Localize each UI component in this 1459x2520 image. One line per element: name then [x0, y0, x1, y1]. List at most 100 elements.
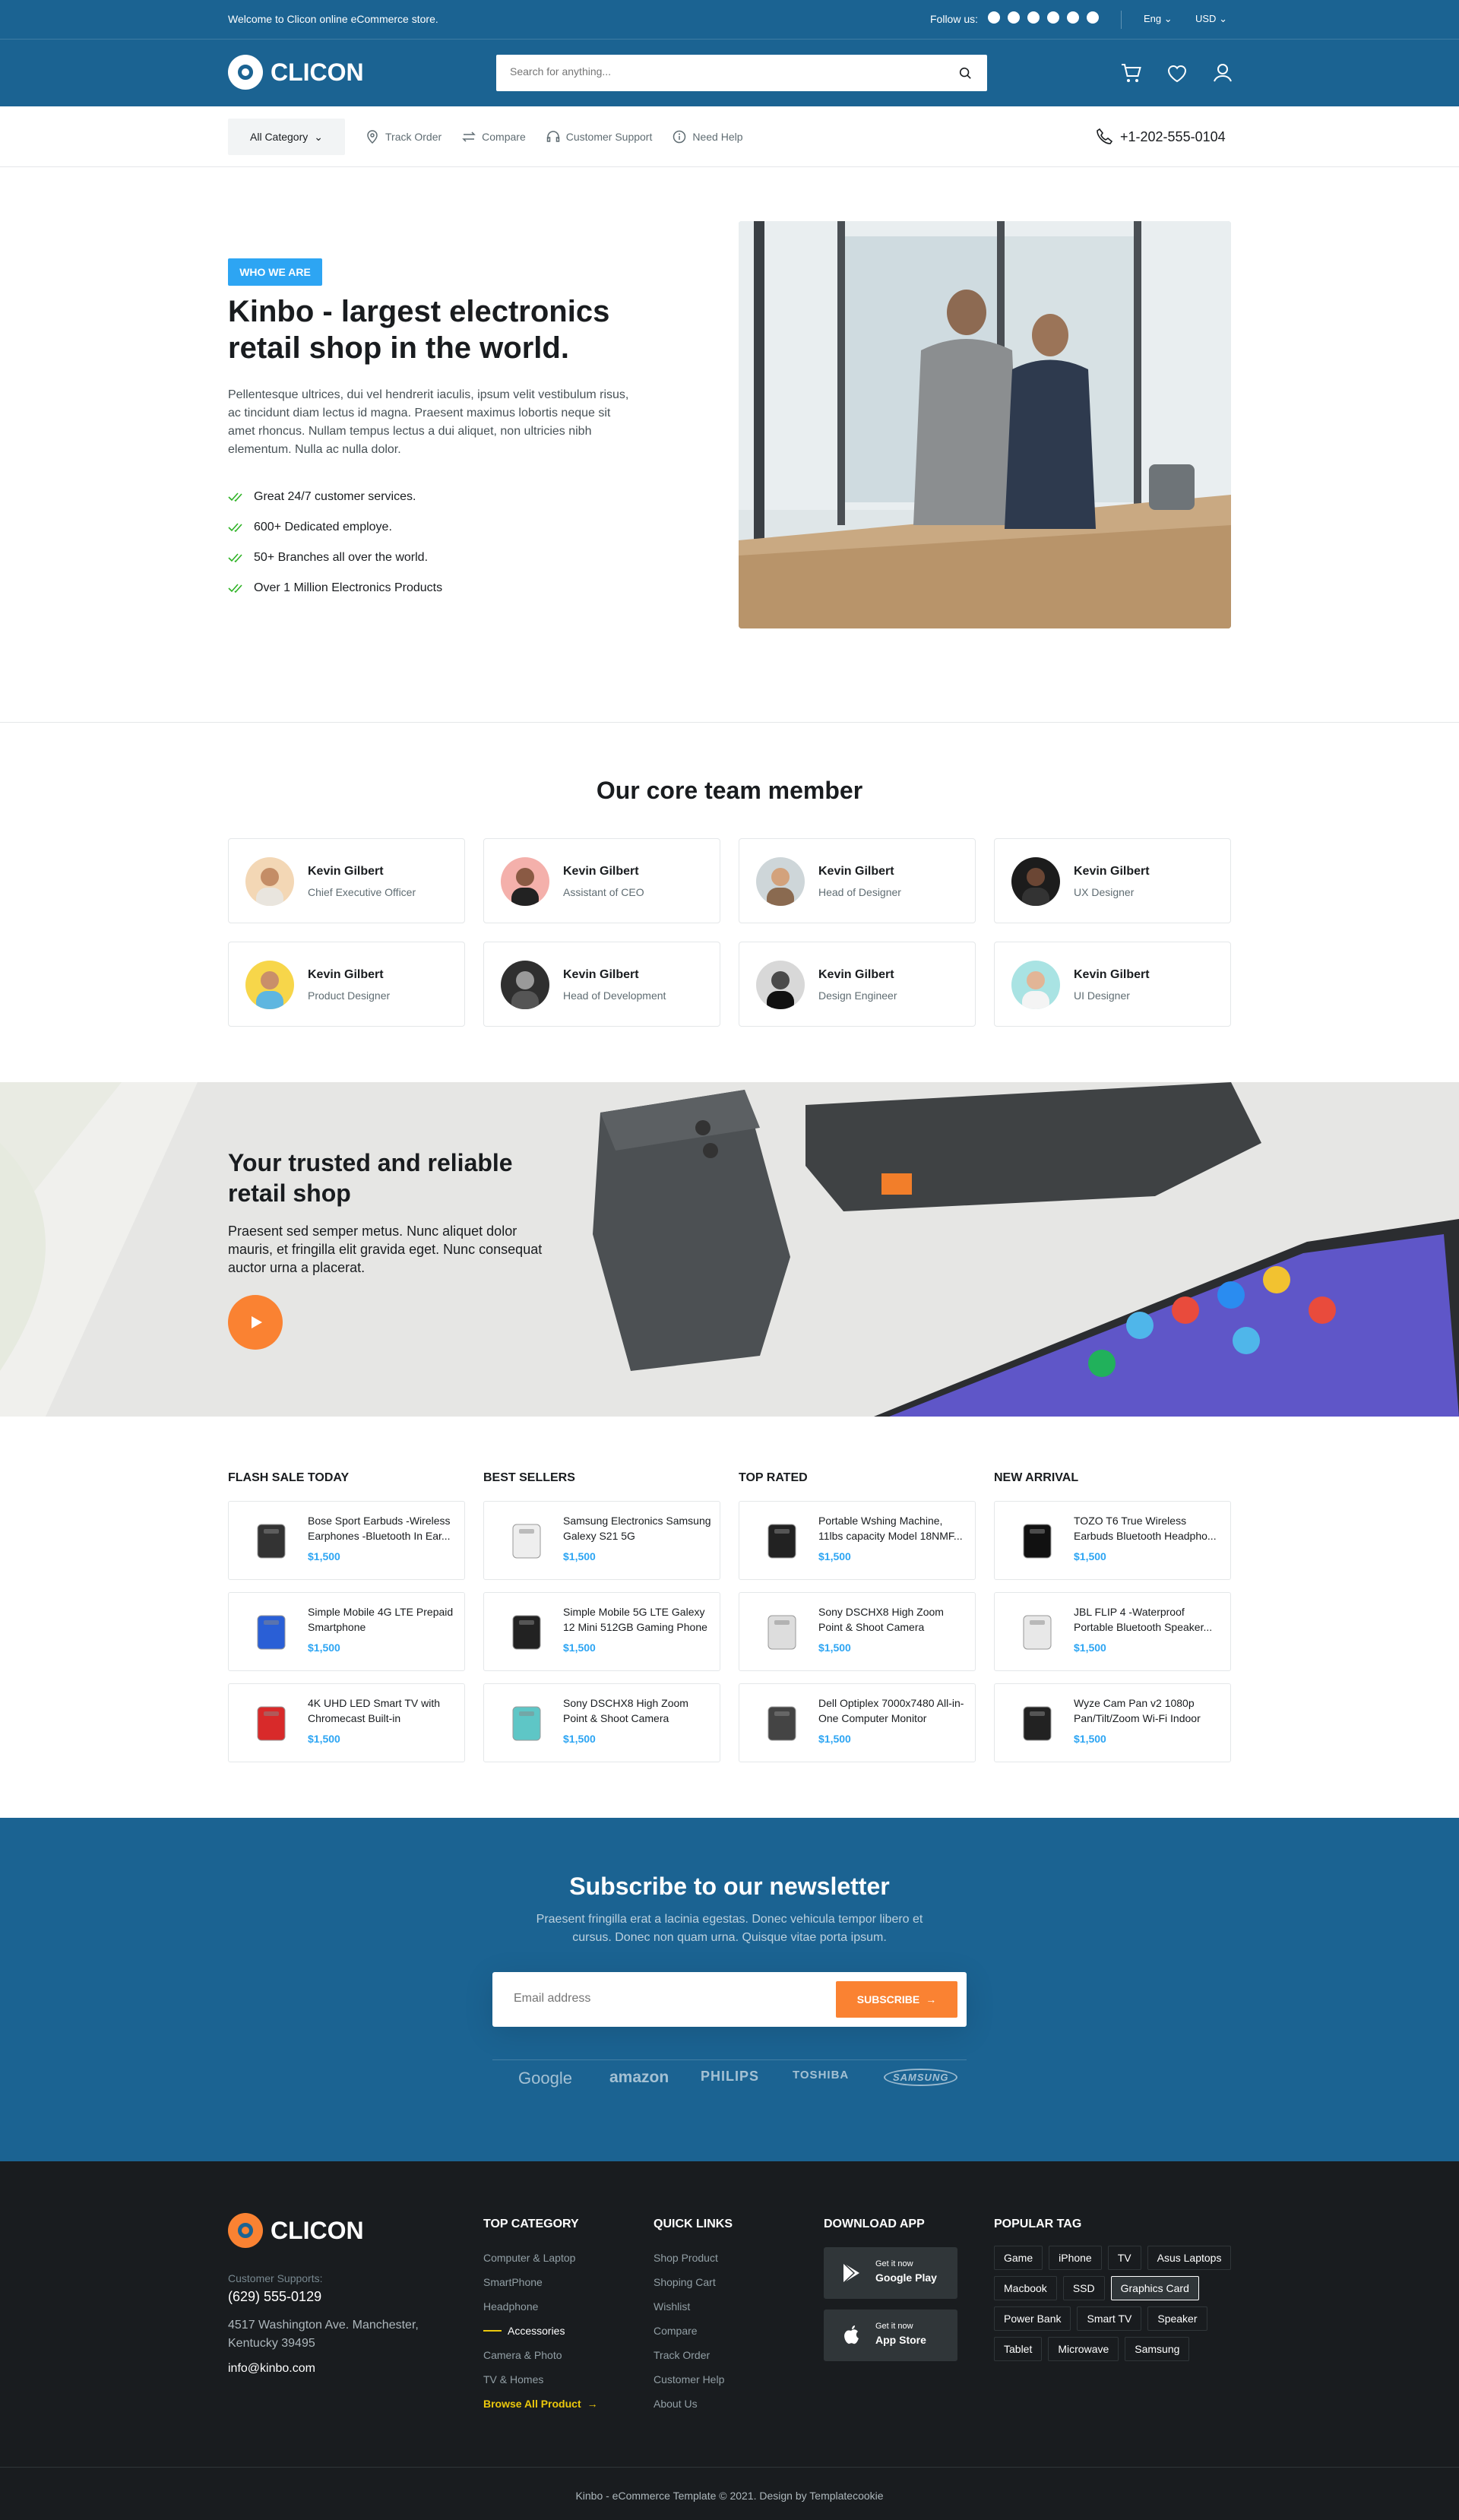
footer-link[interactable]: Customer Help [654, 2367, 724, 2392]
product-card[interactable]: Sony DSCHX8 High Zoom Point & Shoot Came… [739, 1592, 976, 1671]
member-role: Design Engineer [818, 989, 897, 1002]
product-card[interactable]: Samsung Electronics Samsung Galexy S21 5… [483, 1501, 720, 1580]
product-price: $1,500 [1074, 1641, 1106, 1654]
footer-link[interactable]: Track Order [654, 2343, 724, 2367]
support-phone[interactable]: (629) 555-0129 [228, 2289, 321, 2305]
play-video-button[interactable] [228, 1295, 283, 1350]
tag-smart-tv[interactable]: Smart TV [1077, 2306, 1142, 2331]
footer-link[interactable]: Shoping Cart [654, 2270, 724, 2294]
nav-compare[interactable]: Compare [461, 129, 526, 144]
product-card[interactable]: TOZO T6 True Wireless Earbuds Bluetooth … [994, 1501, 1231, 1580]
product-card[interactable]: JBL FLIP 4 -Waterproof Portable Bluetoot… [994, 1592, 1231, 1671]
product-card[interactable]: Wyze Cam Pan v2 1080p Pan/Tilt/Zoom Wi-F… [994, 1683, 1231, 1762]
email-field[interactable] [514, 1992, 802, 2006]
member-name: Kevin Gilbert [563, 968, 639, 981]
tag-tv[interactable]: TV [1107, 2246, 1141, 2270]
heart-icon[interactable] [1165, 61, 1189, 85]
footer-link[interactable]: Compare [654, 2319, 724, 2343]
app-store-button[interactable]: Get it now App Store [824, 2309, 957, 2361]
hero-title: Kinbo - largest electronics retail shop … [228, 295, 610, 365]
newsletter-description: Praesent fringilla erat a lacinia egesta… [536, 1913, 923, 1944]
youtube-icon[interactable] [1067, 11, 1079, 24]
product-title[interactable]: Sony DSCHX8 High Zoom Point & Shoot Came… [818, 1604, 967, 1635]
product-title[interactable]: TOZO T6 True Wireless Earbuds Bluetooth … [1074, 1513, 1223, 1543]
logo-icon [228, 55, 263, 90]
all-category-dropdown[interactable]: All Category ⌄ [228, 119, 345, 155]
browse-all-link[interactable]: Browse All Product → [483, 2392, 598, 2416]
popular-tags: Game iPhone TV Asus Laptops Macbook SSD Graphi… [994, 2246, 1237, 2361]
product-title[interactable]: Wyze Cam Pan v2 1080p Pan/Tilt/Zoom Wi-F… [1074, 1695, 1223, 1726]
product-card[interactable]: Bose Sport Earbuds -Wireless Earphones -… [228, 1501, 465, 1580]
reddit-icon[interactable] [1047, 11, 1059, 24]
product-title[interactable]: Simple Mobile 4G LTE Prepaid Smartphone [308, 1604, 457, 1635]
facebook-icon[interactable] [1008, 11, 1020, 24]
product-image [1023, 1706, 1052, 1741]
product-title[interactable]: Bose Sport Earbuds -Wireless Earphones -… [308, 1513, 457, 1543]
product-title[interactable]: 4K UHD LED Smart TV with Chromecast Buil… [308, 1695, 457, 1726]
cart-icon[interactable] [1119, 61, 1144, 85]
banner-description: Praesent sed semper metus. Nunc aliquet … [228, 1224, 543, 1275]
footer-link[interactable]: Computer & Laptop [483, 2246, 598, 2270]
tag-iphone[interactable]: iPhone [1049, 2246, 1102, 2270]
footer-link-active[interactable]: Accessories [483, 2319, 598, 2343]
brand-logo: SAMSUNG [884, 2069, 958, 2086]
footer-link[interactable]: About Us [654, 2392, 724, 2416]
tag-graphics-card[interactable]: Graphics Card [1110, 2276, 1199, 2300]
user-icon[interactable] [1211, 61, 1235, 85]
search-icon[interactable] [958, 66, 972, 80]
footer-link[interactable]: Wishlist [654, 2294, 724, 2319]
currency-select[interactable]: USD ⌄ [1195, 13, 1227, 25]
instagram-icon[interactable] [1087, 11, 1099, 24]
twitter-icon[interactable] [988, 11, 1000, 24]
member-name: Kevin Gilbert [818, 865, 894, 878]
language-select[interactable]: Eng ⌄ [1144, 13, 1173, 25]
product-image [512, 1615, 541, 1650]
product-card[interactable]: Dell Optiplex 7000x7480 All-in-One Compu… [739, 1683, 976, 1762]
member-role: Head of Designer [818, 886, 901, 898]
product-title[interactable]: Simple Mobile 5G LTE Galexy 12 Mini 512G… [563, 1604, 712, 1635]
nav-track-order[interactable]: Track Order [365, 129, 441, 144]
tag-tablet[interactable]: Tablet [994, 2337, 1043, 2361]
tag-speaker[interactable]: Speaker [1147, 2306, 1207, 2331]
footer-link[interactable]: TV & Homes [483, 2367, 598, 2392]
subscribe-button[interactable]: SUBSCRIBE → [836, 1981, 957, 2018]
nav-customer-support[interactable]: Customer Support [546, 129, 652, 144]
product-card[interactable]: Simple Mobile 4G LTE Prepaid Smartphone $… [228, 1592, 465, 1671]
header-actions [1119, 61, 1235, 85]
member-role: Head of Development [563, 989, 666, 1002]
logo[interactable]: CLICON [228, 55, 364, 90]
product-title[interactable]: Dell Optiplex 7000x7480 All-in-One Compu… [818, 1695, 967, 1726]
tag-microwave[interactable]: Microwave [1048, 2337, 1119, 2361]
product-image [767, 1706, 796, 1741]
office-photo [739, 221, 1231, 628]
google-play-button[interactable]: Get it now Google Play [824, 2247, 957, 2299]
product-price: $1,500 [563, 1550, 596, 1562]
product-title[interactable]: Sony DSCHX8 High Zoom Point & Shoot Came… [563, 1695, 712, 1726]
promo-banner [0, 1082, 1459, 1417]
footer-link[interactable]: SmartPhone [483, 2270, 598, 2294]
product-card[interactable]: 4K UHD LED Smart TV with Chromecast Buil… [228, 1683, 465, 1762]
brand-logo: amazon [609, 2069, 669, 2086]
footer-link[interactable]: Headphone [483, 2294, 598, 2319]
tag-asus-laptops[interactable]: Asus Laptops [1147, 2246, 1232, 2270]
product-card[interactable]: Simple Mobile 5G LTE Galexy 12 Mini 512G… [483, 1592, 720, 1671]
support-email[interactable]: info@kinbo.com [228, 2362, 315, 2376]
phone-link[interactable]: +1-202-555-0104 [1094, 127, 1226, 147]
footer-link[interactable]: Camera & Photo [483, 2343, 598, 2367]
tag-samsung[interactable]: Samsung [1125, 2337, 1190, 2361]
pinterest-icon[interactable] [1027, 11, 1040, 24]
footer-link[interactable]: Shop Product [654, 2246, 724, 2270]
member-role: Chief Executive Officer [308, 886, 416, 898]
product-title[interactable]: JBL FLIP 4 -Waterproof Portable Bluetoot… [1074, 1604, 1223, 1635]
tag-power-bank[interactable]: Power Bank [994, 2306, 1071, 2331]
product-title[interactable]: Portable Wshing Machine, 11lbs capacity … [818, 1513, 967, 1543]
product-title[interactable]: Samsung Electronics Samsung Galexy S21 5… [563, 1513, 712, 1543]
tag-ssd[interactable]: SSD [1062, 2276, 1105, 2300]
tag-game[interactable]: Game [994, 2246, 1043, 2270]
product-card[interactable]: Sony DSCHX8 High Zoom Point & Shoot Came… [483, 1683, 720, 1762]
tag-macbook[interactable]: Macbook [994, 2276, 1057, 2300]
search-input[interactable] [510, 65, 920, 78]
nav-need-help[interactable]: Need Help [672, 129, 743, 144]
product-card[interactable]: Portable Wshing Machine, 11lbs capacity … [739, 1501, 976, 1580]
footer-logo[interactable]: CLICON [228, 2213, 364, 2248]
